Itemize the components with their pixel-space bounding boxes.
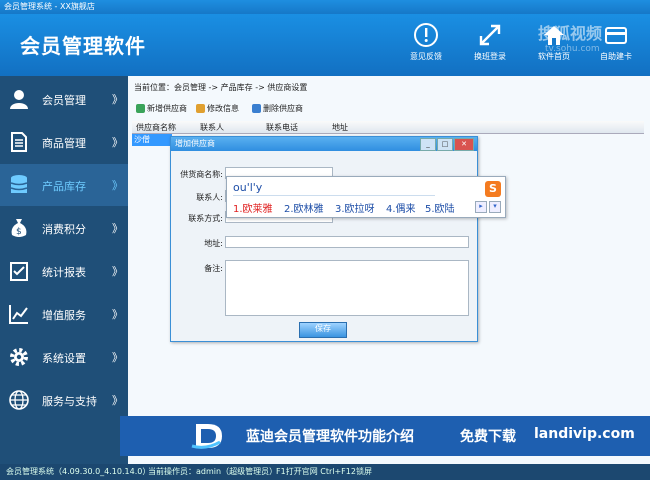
landi-logo-icon — [191, 424, 222, 449]
sidebar-item-reports[interactable]: 统计报表 》 — [0, 250, 128, 292]
chevron-right-icon: 》 — [112, 308, 123, 321]
ime-next-page-icon[interactable]: ▸ — [475, 201, 487, 213]
delete-icon — [252, 104, 261, 113]
banner-headline: 蓝迪会员管理软件功能介绍 — [246, 429, 414, 445]
swap-arrows-icon — [479, 24, 501, 46]
add-supplier-label: 新增供应商 — [147, 104, 187, 113]
table-row[interactable]: 沙僧 — [132, 134, 172, 146]
close-button[interactable]: ✕ — [454, 138, 474, 151]
self-card-button[interactable]: 自助建卡 — [590, 22, 642, 62]
sidebar-label: 统计报表 — [42, 266, 86, 279]
chevron-right-icon: 》 — [112, 265, 123, 278]
sidebar-label: 消费积分 — [42, 223, 86, 236]
database-icon — [10, 175, 28, 193]
sidebar-label: 增值服务 — [42, 309, 86, 322]
home-icon — [544, 26, 564, 45]
plus-icon — [136, 104, 145, 113]
dialog-controls: _ □ ✕ — [419, 138, 474, 151]
sidebar-label: 会员管理 — [42, 94, 86, 107]
feedback-label: 意见反馈 — [410, 52, 442, 61]
document-icon — [11, 132, 27, 152]
table-header: 供应商名称 联系人 联系电话 地址 — [132, 121, 644, 134]
delete-supplier-label: 删除供应商 — [263, 104, 303, 113]
money-bag-icon: $ — [11, 219, 27, 237]
chevron-right-icon: 》 — [112, 222, 123, 235]
sogou-logo-icon[interactable]: S — [485, 181, 501, 197]
save-button[interactable]: 保存 — [299, 322, 347, 338]
promo-banner[interactable]: 蓝迪会员管理软件功能介绍 免费下载 landivip.com — [120, 416, 650, 456]
supplier-name-label: 供货商名称: — [180, 170, 223, 179]
minimize-button[interactable]: _ — [420, 138, 436, 151]
ime-divider — [233, 195, 435, 196]
add-supplier-dialog: 增加供应商 _ □ ✕ 供货商名称: 联系人: 联系方式: 地址: 备注: 保存 — [170, 136, 478, 342]
edit-info-label: 修改信息 — [207, 104, 239, 113]
phone-label: 联系方式: — [188, 214, 223, 223]
home-label: 软件首页 — [538, 52, 570, 61]
chevron-right-icon: 》 — [112, 93, 123, 106]
checklist-icon — [10, 262, 28, 281]
edit-info-button[interactable]: 修改信息 — [196, 102, 239, 116]
pencil-icon — [196, 104, 205, 113]
sidebar-item-points[interactable]: $ 消费积分 》 — [0, 207, 128, 249]
delete-supplier-button[interactable]: 删除供应商 — [252, 102, 303, 116]
info-icon — [414, 23, 438, 47]
sidebar-label: 产品库存 — [42, 180, 86, 193]
address-input[interactable] — [225, 236, 469, 248]
chart-icon — [9, 305, 28, 324]
ime-candidate[interactable]: 2.欧林雅 — [284, 200, 324, 215]
address-label: 地址: — [204, 239, 223, 248]
add-supplier-button[interactable]: 新增供应商 — [136, 102, 187, 116]
gear-icon — [10, 348, 28, 366]
chevron-right-icon: 》 — [112, 394, 123, 407]
sidebar-item-member[interactable]: 会员管理 》 — [0, 78, 128, 120]
sidebar-item-inventory[interactable]: 产品库存 》 — [0, 164, 128, 206]
sidebar-label: 系统设置 — [42, 352, 86, 365]
ime-candidate[interactable]: 4.偶来 — [386, 200, 416, 215]
chevron-right-icon: 》 — [112, 351, 123, 364]
user-icon — [10, 90, 28, 109]
self-card-label: 自助建卡 — [600, 52, 632, 61]
status-operator: 当前操作员：admin（超级管理员） — [148, 467, 278, 476]
sidebar-item-support[interactable]: 服务与支持 》 — [0, 379, 128, 421]
ime-candidate-window: ou'l'y S 1.欧莱雅 2.欧林雅 3.欧拉呀 4.偶来 5.欧陆 ▸ ▾ — [226, 176, 506, 218]
column-header[interactable]: 地址 — [332, 122, 348, 133]
globe-icon — [9, 390, 29, 410]
banner-download: 免费下载 — [460, 429, 516, 445]
ime-candidate[interactable]: 3.欧拉呀 — [335, 200, 375, 215]
sidebar-item-settings[interactable]: 系统设置 》 — [0, 336, 128, 378]
breadcrumb: 当前位置：会员管理 -> 产品库存 -> 供应商设置 — [134, 83, 308, 92]
app-header: 会员管理软件 搜狐视频 tv.sohu.com 意见反馈 换班登录 软件首页 自… — [0, 14, 650, 76]
chevron-right-icon: 》 — [112, 179, 123, 192]
column-header[interactable]: 联系人 — [200, 122, 224, 133]
feedback-button[interactable]: 意见反馈 — [400, 22, 452, 62]
ime-expand-icon[interactable]: ▾ — [489, 201, 501, 213]
status-bar: 会员管理系统（4.09.30.0_4.10.14.0） 当前操作员：admin（… — [0, 464, 650, 480]
remark-textarea[interactable] — [225, 260, 469, 316]
switch-shift-label: 换班登录 — [474, 52, 506, 61]
window-titlebar: 会员管理系统 - XX旗舰店 — [0, 0, 650, 14]
sidebar-label: 服务与支持 — [42, 395, 97, 408]
sidebar-item-value-added[interactable]: 增值服务 》 — [0, 293, 128, 335]
sidebar: 会员管理 》 商品管理 》 产品库存 》 $ 消费积分 》 统计报表 》 增值服… — [0, 76, 128, 464]
home-button[interactable]: 软件首页 — [528, 22, 580, 62]
switch-shift-button[interactable]: 换班登录 — [464, 22, 516, 62]
ime-composition: ou'l'y — [233, 181, 263, 194]
banner-url: landivip.com — [534, 426, 635, 442]
app-title: 会员管理软件 — [20, 34, 146, 58]
status-version: 会员管理系统（4.09.30.0_4.10.14.0） — [6, 467, 151, 476]
sidebar-item-goods[interactable]: 商品管理 》 — [0, 121, 128, 163]
chevron-right-icon: 》 — [112, 136, 123, 149]
status-hotkeys: F1打开官网 Ctrl+F12锁屏 — [276, 467, 372, 476]
ime-candidate[interactable]: 1.欧莱雅 — [233, 200, 273, 215]
ime-candidate[interactable]: 5.欧陆 — [425, 200, 455, 215]
remark-label: 备注: — [204, 264, 223, 273]
maximize-button[interactable]: □ — [437, 138, 453, 151]
contact-label: 联系人: — [196, 193, 223, 202]
svg-text:$: $ — [16, 227, 22, 237]
sidebar-label: 商品管理 — [42, 137, 86, 150]
card-icon — [605, 27, 627, 44]
column-header[interactable]: 联系电话 — [266, 122, 298, 133]
column-header[interactable]: 供应商名称 — [136, 122, 176, 133]
